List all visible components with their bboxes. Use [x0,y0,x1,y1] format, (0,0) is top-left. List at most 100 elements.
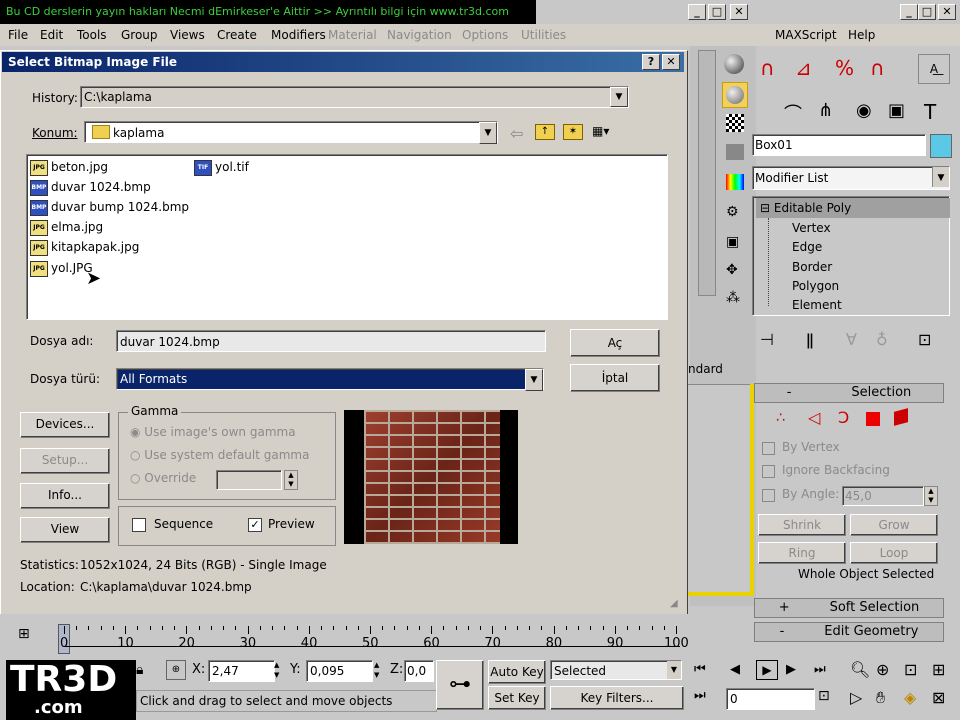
menu-views[interactable]: Views [170,24,205,46]
max-restore-button[interactable]: □ [708,4,726,20]
menu-navigation[interactable]: Navigation [387,24,452,46]
play-icon[interactable]: ▶︎ [756,660,778,680]
menu-options[interactable]: Options [462,24,508,46]
devices-button[interactable]: Devices... [20,412,110,438]
menu-create[interactable]: Create [217,24,257,46]
file-item-yol-tif[interactable]: TIF yol.tif [194,158,249,176]
stack-item-polygon[interactable]: Polygon [792,277,839,295]
soft-selection-rollout[interactable]: + Soft Selection [754,598,944,618]
y-coordinate-field[interactable]: 0,095 [306,660,373,682]
menu-tools[interactable]: Tools [77,24,107,46]
current-frame-field[interactable]: 0 [726,688,815,710]
go-to-end-icon[interactable]: ⏭︎ [814,662,826,677]
max-minimize-button[interactable]: _ [688,4,706,20]
grow-button[interactable]: Grow [850,514,938,536]
shrink-button[interactable]: Shrink [758,514,846,536]
by-angle-spinner-arrows[interactable]: ▲ ▼ [924,486,938,506]
file-item-duvar-bump[interactable]: BMP duvar bump 1024.bmp [30,198,189,216]
menu-edit[interactable]: Edit [40,24,63,46]
configure-sets-icon[interactable]: ⊡ [918,330,931,349]
time-config-icon[interactable]: ⊡ [818,688,830,704]
border-select-icon[interactable]: Ↄ [838,408,849,427]
auto-key-button[interactable]: Auto Key [488,660,546,684]
zoom-extents-all-icon[interactable]: ⊞ [932,660,945,679]
filename-input[interactable]: duvar 1024.bmp [116,330,546,352]
selection-set-dropdown[interactable]: Selected ▼ [550,660,682,680]
modifier-list-dropdown[interactable]: Modifier List ▼ [752,166,950,190]
dialog-help-button[interactable]: ? [642,54,660,70]
by-angle-checkbox[interactable] [762,489,775,502]
material-map-nav-icon[interactable]: ⁂ [726,290,744,306]
previous-frame-icon[interactable]: ◀︎ [730,662,740,677]
preview-checkbox[interactable]: ✓ [248,518,262,532]
stack-item-border[interactable]: Border [792,258,832,276]
gamma-spinner-arrows[interactable]: ▲ ▼ [284,470,298,490]
pick-material-icon[interactable]: ✥ [726,262,744,278]
show-end-result-icon[interactable]: ǁ [806,330,814,349]
z-coordinate-field[interactable]: 0,0 [404,660,434,682]
lock-icon[interactable]: 🔒︎ [136,662,143,678]
menu-modifiers[interactable]: Modifiers [271,24,326,46]
resize-grip-icon[interactable]: ◢ [670,598,678,609]
setup-button[interactable]: Setup... [20,448,110,474]
key-mode-toggle-icon[interactable]: ⏭︎ [694,688,706,703]
right-minimize-button[interactable]: _ [900,4,918,20]
open-button[interactable]: Aç [570,329,660,357]
filetype-dropdown[interactable]: All Formats ▼ [116,368,544,391]
display-tab-icon[interactable]: ▣ [888,100,905,121]
sequence-checkbox[interactable] [132,518,146,532]
menu-utilities[interactable]: Utilities [521,24,566,46]
gamma-option-override[interactable]: ○ Override [130,471,196,485]
up-folder-icon[interactable]: ↑ [535,124,555,140]
zoom-extents-icon[interactable]: ⊡ [904,660,917,679]
stack-item-element[interactable]: Element [792,296,842,314]
by-angle-spinner[interactable]: 45,0 [842,486,924,506]
edge-select-icon[interactable]: ◁ [808,408,820,427]
by-vertex-checkbox[interactable] [762,442,775,455]
hierarchy-tab-icon[interactable]: ⋔ [818,100,833,121]
new-folder-icon[interactable]: ✶ [563,124,583,140]
angle-snap-icon[interactable]: ⊿ [795,56,812,80]
loop-button[interactable]: Loop [850,542,938,564]
stack-item-edge[interactable]: Edge [792,238,822,256]
zoom-icon[interactable]: 🔍︎ [850,660,870,679]
spinner-snap-icon[interactable]: ∩ [870,56,885,80]
motion-tab-icon[interactable]: ◉ [856,100,872,121]
gamma-option-own[interactable]: ◉ Use image's own gamma [130,425,296,439]
timeline-config-icon[interactable]: ⊞ [18,626,30,642]
go-to-start-icon[interactable]: ⏮︎ [694,662,706,677]
material-sphere-icon[interactable] [722,82,748,108]
key-mode-icon[interactable]: ⊶ [436,660,484,710]
arc-rotate-icon[interactable]: ◈ [904,688,916,707]
file-item-yol-jpg[interactable]: JPG yol.JPG [30,259,93,277]
menu-help[interactable]: Help [848,24,875,46]
right-restore-button[interactable]: □ [918,4,936,20]
konum-dropdown[interactable]: kaplama ▼ [84,121,498,144]
scrollbar[interactable] [698,50,716,296]
field-of-view-icon[interactable]: ▷ [850,688,862,707]
edit-geometry-rollout[interactable]: - Edit Geometry [754,622,944,642]
x-spinner[interactable]: ▲ ▼ [274,660,284,680]
menu-maxscript[interactable]: MAXScript [775,24,837,46]
video-check-icon[interactable]: ▣ [726,234,744,250]
gamma-option-system[interactable]: ○ Use system default gamma [130,448,309,462]
vertex-select-icon[interactable]: ∴ [776,410,785,426]
file-item-duvar-1024[interactable]: BMP duvar 1024.bmp [30,178,151,196]
view-menu-icon[interactable]: ▦▾ [592,124,616,138]
ignore-backfacing-checkbox[interactable] [762,465,775,478]
object-color-swatch[interactable] [930,134,952,158]
selection-rollout-header[interactable]: - Selection [754,383,944,403]
back-arrow-icon[interactable]: ⇦ [510,124,523,143]
pan-icon[interactable]: ✋︎ [876,688,885,708]
maximize-viewport-icon[interactable]: ⊠ [932,688,945,707]
key-filters-button[interactable]: Key Filters... [550,686,684,710]
sphere-icon[interactable] [724,54,744,74]
menu-group[interactable]: Group [121,24,158,46]
modify-tab-icon[interactable]: ⌒ [784,100,802,126]
polygon-select-icon[interactable] [866,412,880,426]
file-item-kitapkapak[interactable]: JPG kitapkapak.jpg [30,238,139,256]
make-unique-icon[interactable]: ∀ [846,330,857,349]
utilities-tab-icon[interactable]: T [924,100,936,124]
color-bars-icon[interactable] [726,174,744,190]
view-button[interactable]: View [20,517,110,543]
